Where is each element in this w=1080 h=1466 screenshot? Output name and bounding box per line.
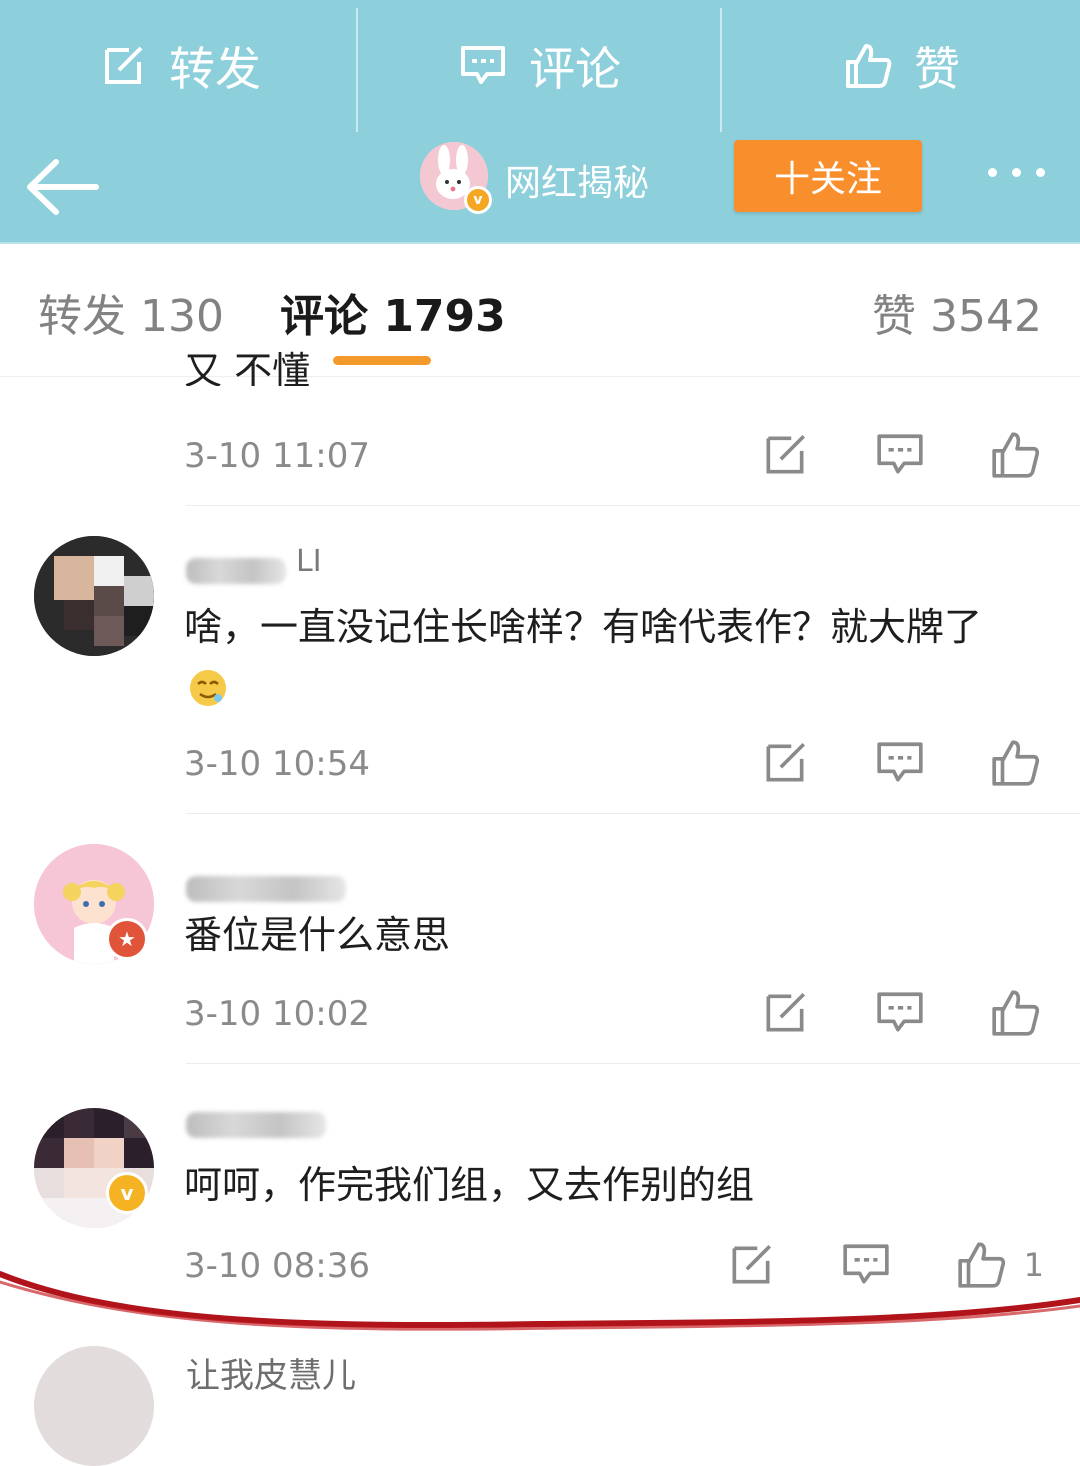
user-avatar[interactable] xyxy=(34,1346,154,1466)
comment-text: 呵呵，作完我们组，又去作别的组 xyxy=(184,1163,755,1207)
reply-comment-icon[interactable] xyxy=(875,988,925,1038)
reply-repost-icon[interactable] xyxy=(760,988,810,1038)
blurred-username xyxy=(186,1112,326,1138)
comment-action-label: 评论 xyxy=(529,42,621,96)
comment-actions xyxy=(695,430,1040,480)
comment-text: 番位是什么意思 xyxy=(184,913,451,957)
star-badge: ★ xyxy=(106,918,148,960)
more-dots-icon xyxy=(1012,168,1021,177)
comment-actions xyxy=(695,988,1040,1038)
reply-comment-icon[interactable] xyxy=(875,738,925,788)
reply-repost-icon[interactable] xyxy=(726,1240,776,1290)
arrow-left-icon xyxy=(27,159,99,215)
thumbs-up-icon[interactable] xyxy=(990,430,1040,480)
comment-item: 让我皮慧儿 xyxy=(0,1314,1080,1466)
stats-tab-bar: 转发 130 评论 1793 赞 3542 xyxy=(0,244,1080,377)
comment-item: ★ 番位是什么意思 3-10 10:02 xyxy=(0,814,1080,1064)
tab-like[interactable]: 赞 3542 xyxy=(872,280,1042,344)
repost-icon xyxy=(99,42,147,90)
like-icon xyxy=(844,42,892,90)
comment-item: v 呵呵，作完我们组，又去作别的组 3-10 08:36 1 xyxy=(0,1064,1080,1314)
account-name[interactable]: 网红揭秘 xyxy=(505,154,649,206)
comment-icon xyxy=(459,44,507,88)
navigation-bar: v 网红揭秘 十关注 xyxy=(0,132,1080,244)
back-button[interactable] xyxy=(22,152,102,222)
comment-time: 3-10 11:07 xyxy=(184,436,370,476)
repost-action-button[interactable]: 转发 xyxy=(0,0,360,132)
thumbs-up-icon[interactable] xyxy=(990,738,1040,788)
reply-repost-icon[interactable] xyxy=(760,430,810,480)
verified-badge: v xyxy=(464,186,492,214)
repost-action-label: 转发 xyxy=(169,42,261,96)
comment-time: 3-10 10:02 xyxy=(184,994,370,1034)
top-action-bar: 转发 评论 赞 xyxy=(0,0,1080,132)
like-count: 1 xyxy=(1023,1246,1044,1284)
like-action-label: 赞 xyxy=(914,42,960,96)
tab-repost[interactable]: 转发 130 xyxy=(38,280,224,344)
blurred-username xyxy=(186,558,286,584)
reply-repost-icon[interactable] xyxy=(760,738,810,788)
account-avatar[interactable]: v xyxy=(420,142,492,214)
thumbs-up-icon[interactable] xyxy=(956,1240,1006,1290)
comment-time: 3-10 08:36 xyxy=(184,1246,370,1286)
drooling-emoji-icon xyxy=(188,668,228,708)
blurred-username xyxy=(186,876,346,902)
username[interactable]: 让我皮慧儿 xyxy=(186,1348,356,1397)
tab-comment[interactable]: 评论 1793 xyxy=(280,280,506,344)
more-options-button[interactable] xyxy=(980,154,1060,194)
reply-comment-icon[interactable] xyxy=(841,1240,891,1290)
like-action-button[interactable]: 赞 xyxy=(722,0,1080,132)
more-dots-icon xyxy=(1036,168,1045,177)
comment-actions xyxy=(695,738,1040,788)
more-dots-icon xyxy=(988,168,997,177)
username[interactable]: LI xyxy=(296,544,322,579)
comment-item: LI 啥，一直没记住长啥样？有啥代表作？就大牌了 3-10 10:54 xyxy=(0,506,1080,814)
user-avatar[interactable] xyxy=(34,536,154,656)
comment-time: 3-10 10:54 xyxy=(184,744,370,784)
comment-action-button[interactable]: 评论 xyxy=(360,0,720,132)
comment-text: 啥，一直没记住长啥样？有啥代表作？就大牌了 xyxy=(184,598,1014,714)
verified-badge: v xyxy=(106,1172,148,1214)
reply-comment-icon[interactable] xyxy=(875,430,925,480)
pixelated-avatar-icon xyxy=(34,536,154,656)
comment-item: 又 不懂 3-10 11:07 xyxy=(0,350,1080,506)
follow-button[interactable]: 十关注 xyxy=(734,140,922,212)
comment-text: 又 不懂 xyxy=(184,350,311,386)
comment-actions: 1 xyxy=(661,1240,1044,1290)
divider xyxy=(356,8,358,132)
thumbs-up-icon[interactable] xyxy=(990,988,1040,1038)
